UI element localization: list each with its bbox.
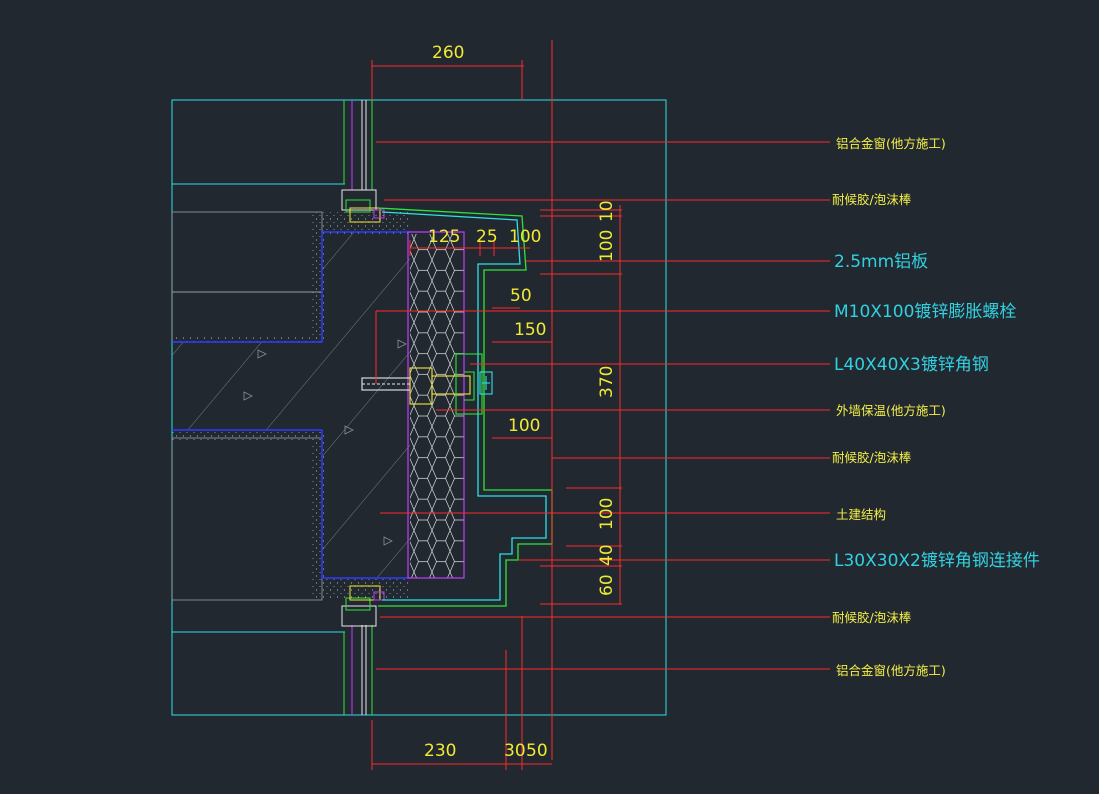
label-insulation: 外墙保温(他方施工): [836, 403, 946, 418]
label-angle-steel: L40X40X3镀锌角钢: [834, 355, 989, 375]
label-alu-window-bottom: 铝合金窗(他方施工): [836, 663, 946, 678]
cad-section-drawing: 260 125 25 100 50 150 100 10 100 370 100…: [171, 40, 1040, 770]
label-sealant-2: 耐候胶/泡沫棒: [832, 450, 912, 465]
dim-top-260: 260: [432, 43, 464, 63]
dim-v-10: 10: [597, 200, 617, 222]
label-sealant-1: 耐候胶/泡沫棒: [832, 192, 912, 207]
dim-v-40: 40: [597, 544, 617, 566]
civil-structure: [171, 211, 410, 601]
label-civil-structure: 土建结构: [836, 507, 886, 522]
window-frame-top: [341, 100, 385, 223]
dim-bottom-230: 230: [424, 741, 456, 761]
label-bolt: M10X100镀锌膨胀螺栓: [834, 302, 1016, 322]
dim-v-60: 60: [597, 574, 617, 596]
dim-100-b: 100: [508, 416, 540, 436]
label-alu-panel: 2.5mm铝板: [834, 252, 928, 272]
dim-v-100-a: 100: [597, 230, 617, 262]
label-sealant-3: 耐候胶/泡沫棒: [832, 610, 912, 625]
dim-25: 25: [476, 227, 498, 247]
dim-125: 125: [428, 227, 460, 247]
dim-100-a: 100: [509, 227, 541, 247]
window-frame-bottom: [341, 585, 385, 715]
callout-labels: 铝合金窗(他方施工) 耐候胶/泡沫棒 2.5mm铝板 M10X100镀锌膨胀螺栓…: [832, 136, 1040, 678]
dim-bottom-30: 30: [504, 741, 526, 761]
dim-v-100-b: 100: [597, 498, 617, 530]
dim-50: 50: [510, 286, 532, 306]
dim-v-370: 370: [597, 366, 617, 398]
dim-bottom-50: 50: [526, 741, 548, 761]
label-connector: L30X30X2镀锌角钢连接件: [834, 551, 1040, 571]
dim-150: 150: [514, 320, 546, 340]
label-alu-window-top: 铝合金窗(他方施工): [836, 136, 946, 151]
